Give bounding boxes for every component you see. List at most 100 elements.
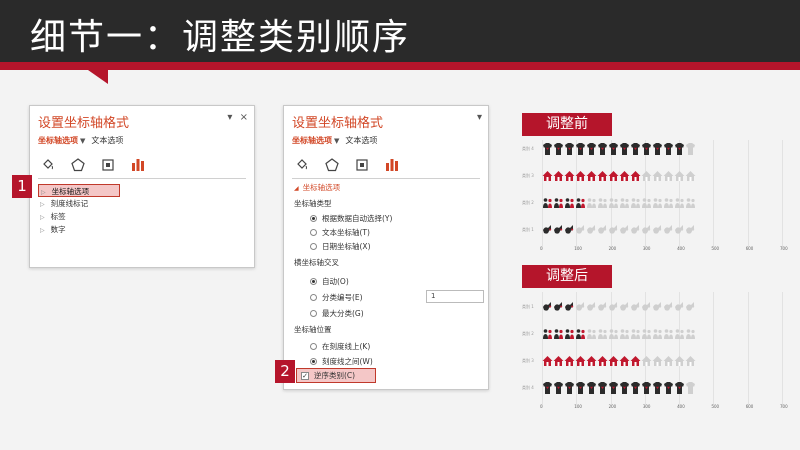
chart-row: 类别 3	[518, 169, 788, 185]
divider	[38, 178, 246, 179]
radio-on-tick-marks[interactable]: 在刻度线上(K)	[310, 341, 370, 352]
options-tree: ▷ 坐标轴选项 ▷ 刻度线标记 ▷ 标签 ▷ 数字	[38, 184, 120, 236]
chart-before: 类别 4 类别 3 类别 2 类别 1 0 100 200 300 400 500 600 700	[518, 140, 788, 255]
size-properties-icon[interactable]	[354, 157, 370, 173]
bird-pictogram-icon	[620, 225, 629, 234]
tshirt-pictogram-icon	[554, 143, 563, 155]
bird-pictogram-icon	[653, 225, 662, 234]
tshirt-pictogram-icon	[642, 143, 651, 155]
radio-max-category[interactable]: 最大分类(G)	[310, 308, 364, 319]
bird-pictogram-icon	[598, 302, 607, 311]
axis-tick-label: 200	[608, 404, 617, 409]
tshirt-pictogram-icon	[565, 382, 574, 394]
pentagon-effects-icon[interactable]	[324, 157, 340, 173]
radio-date-axis[interactable]: 日期坐标轴(X)	[310, 241, 371, 252]
pane-options-icon[interactable]: ▾	[477, 112, 482, 123]
radio-between-tick-marks[interactable]: 刻度线之间(W)	[310, 356, 373, 367]
fill-bucket-icon[interactable]	[40, 157, 56, 173]
chevron-down-icon[interactable]: ▼	[334, 137, 339, 145]
axis-tick-label: 600	[745, 404, 754, 409]
bird-pictogram-icon	[554, 225, 563, 234]
tab-text-options[interactable]: 文本选项	[345, 136, 377, 145]
tree-item-tick-marks[interactable]: ▷ 刻度线标记	[40, 197, 120, 210]
before-label: 调整前	[522, 113, 612, 136]
people-pictogram-icon	[664, 329, 673, 339]
tshirt-pictogram-icon	[686, 382, 695, 394]
tree-item-labels[interactable]: ▷ 标签	[40, 210, 120, 223]
tree-item-axis-options[interactable]: ▷ 坐标轴选项	[38, 184, 120, 197]
chevron-down-icon[interactable]: ▼	[80, 137, 85, 145]
step-badge-2: 2	[275, 360, 295, 383]
tshirt-pictogram-icon	[664, 382, 673, 394]
house-pictogram-icon	[652, 171, 663, 181]
radio-category-number[interactable]: 分类编号(E)	[310, 292, 363, 303]
tshirt-pictogram-icon	[587, 143, 596, 155]
size-properties-icon[interactable]	[100, 157, 116, 173]
bird-pictogram-icon	[576, 302, 585, 311]
tab-axis-options[interactable]: 坐标轴选项	[292, 136, 332, 145]
bird-pictogram-icon	[587, 302, 596, 311]
accent-bar	[0, 62, 800, 70]
expand-triangle-icon: ▷	[40, 201, 45, 208]
house-pictogram-icon	[553, 356, 564, 366]
close-icon[interactable]: ×	[240, 112, 248, 123]
tshirt-pictogram-icon	[675, 143, 684, 155]
tshirt-pictogram-icon	[620, 143, 629, 155]
tree-item-number[interactable]: ▷ 数字	[40, 223, 120, 236]
house-pictogram-icon	[674, 171, 685, 181]
radio-text-axis[interactable]: 文本坐标轴(T)	[310, 227, 370, 238]
bird-pictogram-icon	[686, 225, 695, 234]
format-axis-pane-2: 设置坐标轴格式 ▾ 坐标轴选项 ▼ 文本选项 ◢ 坐标轴选项 坐标轴类型 根据数据自动…	[283, 105, 489, 390]
chart-row: 类别 4	[518, 142, 788, 158]
tshirt-pictogram-icon	[653, 382, 662, 394]
chart-row: 类别 2	[518, 327, 788, 343]
radio-cross-auto[interactable]: 自动(O)	[310, 276, 349, 287]
people-pictogram-icon	[598, 329, 607, 339]
tshirt-pictogram-icon	[631, 143, 640, 155]
house-pictogram-icon	[674, 356, 685, 366]
people-pictogram-icon	[675, 198, 684, 208]
tab-text-options[interactable]: 文本选项	[91, 136, 123, 145]
reverse-categories-checkbox[interactable]: ✓ 逆序类别(C)	[296, 368, 376, 383]
house-pictogram-icon	[564, 356, 575, 366]
house-pictogram-icon	[630, 171, 641, 181]
bird-pictogram-icon	[609, 302, 618, 311]
radio-auto-axis[interactable]: 根据数据自动选择(Y)	[310, 213, 392, 224]
step-badge-1: 1	[12, 175, 32, 198]
bird-pictogram-icon	[686, 302, 695, 311]
category-label: 类别 2	[522, 331, 534, 336]
bar-chart-icon[interactable]	[384, 157, 400, 173]
bird-pictogram-icon	[565, 302, 574, 311]
format-axis-pane-1: 设置坐标轴格式 ▾ × 坐标轴选项 ▼ 文本选项 ▷ 坐标轴选项 ▷ 刻度线标记 ▷ 标签…	[29, 105, 255, 268]
category-label: 类别 1	[522, 227, 534, 232]
bird-pictogram-icon	[664, 225, 673, 234]
people-pictogram-icon	[664, 198, 673, 208]
category-label: 类别 1	[522, 304, 534, 309]
tab-axis-options[interactable]: 坐标轴选项	[38, 136, 78, 145]
house-pictogram-icon	[597, 356, 608, 366]
expand-triangle-icon: ▷	[40, 214, 45, 221]
expand-triangle-icon: ▷	[41, 189, 46, 196]
bird-pictogram-icon	[675, 302, 684, 311]
people-pictogram-icon	[631, 198, 640, 208]
tshirt-pictogram-icon	[631, 382, 640, 394]
pane-options-icon[interactable]: ▾	[227, 112, 232, 123]
house-pictogram-icon	[685, 171, 696, 181]
axis-tick-label: 500	[711, 404, 720, 409]
tshirt-pictogram-icon	[543, 382, 552, 394]
people-pictogram-icon	[620, 198, 629, 208]
tshirt-pictogram-icon	[554, 382, 563, 394]
tshirt-pictogram-icon	[653, 143, 662, 155]
house-pictogram-icon	[597, 171, 608, 181]
category-number-input[interactable]: 1	[426, 290, 484, 303]
title-bar: 细节一：调整类别顺序	[0, 0, 800, 62]
chart-row: 类别 2	[518, 196, 788, 212]
pentagon-effects-icon[interactable]	[70, 157, 86, 173]
fill-bucket-icon[interactable]	[294, 157, 310, 173]
bird-pictogram-icon	[620, 302, 629, 311]
bar-chart-icon[interactable]	[130, 157, 146, 173]
people-pictogram-icon	[609, 198, 618, 208]
people-pictogram-icon	[675, 329, 684, 339]
section-axis-options[interactable]: ◢ 坐标轴选项	[294, 182, 340, 193]
house-pictogram-icon	[542, 171, 553, 181]
